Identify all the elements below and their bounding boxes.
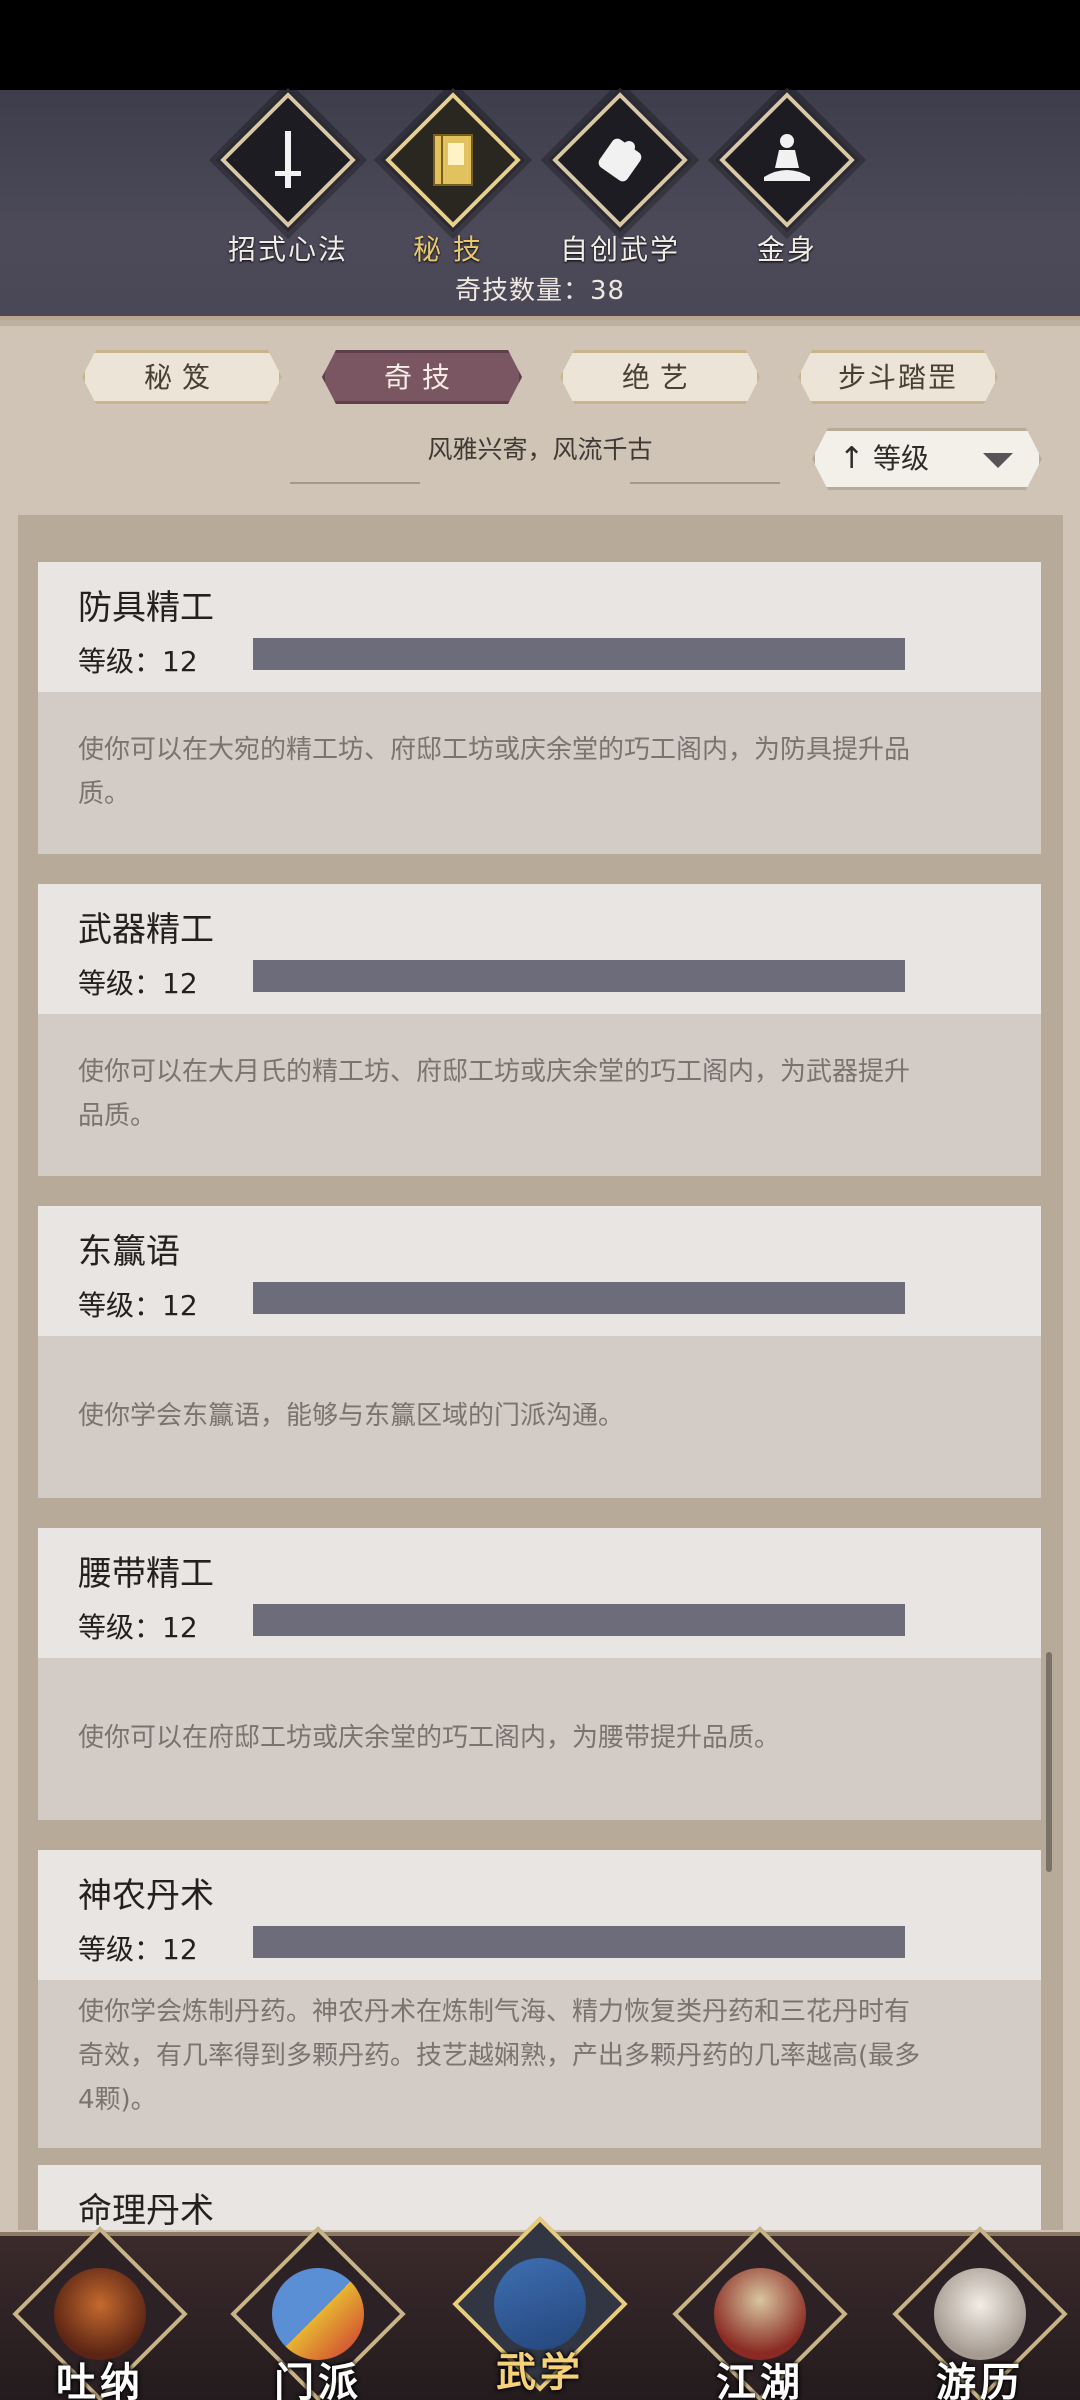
tab-secret[interactable]: 秘技: [378, 87, 528, 268]
skill-name: 东籯语: [78, 1232, 180, 1272]
progress-bar: [253, 1926, 905, 1958]
nav-tuna[interactable]: 吐纳: [10, 2226, 190, 2400]
skill-level: 等级：12: [78, 645, 198, 678]
sword-icon: [275, 131, 301, 188]
divider: [290, 482, 420, 484]
skill-level: 等级：12: [78, 967, 198, 1000]
skill-description: 使你可以在大宛的精工坊、府邸工坊或庆余堂的巧工阁内，为防具提升品: [78, 735, 911, 765]
nav-menpai[interactable]: 门派: [228, 2226, 408, 2400]
tab-golden-body[interactable]: 金身: [712, 87, 862, 268]
bottom-nav: 吐纳 门派 武学 江湖 游历: [0, 2216, 1080, 2400]
tab-self-created[interactable]: 自创武学: [545, 87, 695, 268]
skill-description: 品质。: [78, 1101, 157, 1131]
category-header: 招式心法 秘技 自创武学 金身 奇技数量：38: [0, 87, 1080, 326]
skill-name: 命理丹术: [78, 2191, 214, 2230]
meditation-icon: [764, 134, 810, 181]
divider: [630, 482, 780, 484]
skill-name: 神农丹术: [78, 1876, 214, 1916]
subtab-miji[interactable]: 秘笈: [82, 350, 282, 404]
skill-level: 等级：12: [78, 1289, 198, 1322]
nav-jianghu[interactable]: 江湖: [670, 2226, 850, 2400]
subtab-jueyi[interactable]: 绝艺: [560, 350, 760, 404]
chevron-down-icon: [983, 453, 1013, 468]
skill-description: 使你可以在府邸工坊或庆余堂的巧工阁内，为腰带提升品质。: [78, 1723, 781, 1753]
banner-icon: [272, 2268, 364, 2360]
scrollbar[interactable]: [1046, 1652, 1052, 1872]
arrow-up-icon: ↑: [839, 441, 865, 476]
list-item[interactable]: 腰带精工 等级：12 使你可以在府邸工坊或庆余堂的巧工阁内，为腰带提升品质。: [38, 1528, 1041, 1820]
sort-label: 等级: [873, 442, 930, 475]
horse-icon: [934, 2268, 1026, 2360]
skill-list[interactable]: 防具精工 等级：12 使你可以在大宛的精工坊、府邸工坊或庆余堂的巧工阁内，为防具…: [18, 515, 1063, 2230]
motto-text: 风雅兴寄，风流千古: [427, 435, 653, 464]
list-item[interactable]: 防具精工 等级：12 使你可以在大宛的精工坊、府邸工坊或庆余堂的巧工阁内，为防具…: [38, 562, 1041, 854]
sort-dropdown[interactable]: ↑ 等级: [812, 428, 1042, 490]
progress-bar: [253, 1282, 905, 1314]
progress-bar: [253, 1604, 905, 1636]
progress-bar: [253, 638, 905, 670]
monk-icon: [54, 2268, 146, 2360]
list-item[interactable]: 神农丹术 等级：12 使你学会炼制丹药。神农丹术在炼制气海、精力恢复类丹药和三花…: [38, 1850, 1041, 2148]
skill-name: 腰带精工: [78, 1554, 214, 1594]
skill-description: 使你可以在大月氏的精工坊、府邸工坊或庆余堂的巧工阁内，为武器提升: [78, 1057, 911, 1087]
skill-level: 等级：12: [78, 1933, 198, 1966]
skill-description: 质。: [78, 779, 131, 809]
skill-description: 奇效，有几率得到多颗丹药。技艺越娴熟，产出多颗丹药的几率越高(最多: [78, 2041, 921, 2071]
list-item[interactable]: 东籯语 等级：12 使你学会东籯语，能够与东籯区域的门派沟通。: [38, 1206, 1041, 1498]
book-icon: [433, 134, 473, 186]
nav-wuxue[interactable]: 武学: [450, 2216, 630, 2396]
tab-moves[interactable]: 招式心法: [213, 87, 363, 268]
skill-count: 奇技数量：38: [454, 276, 626, 306]
scroll-icon: [598, 138, 642, 182]
skill-description: 使你学会东籯语，能够与东籯区域的门派沟通。: [78, 1401, 625, 1431]
skill-level: 等级：12: [78, 1611, 198, 1644]
book-stack-icon: [494, 2258, 586, 2350]
subtab-budou[interactable]: 步斗踏罡: [798, 350, 998, 404]
skill-name: 武器精工: [78, 910, 214, 950]
subtab-qiji[interactable]: 奇技: [322, 350, 522, 404]
straw-hat-icon: [714, 2268, 806, 2360]
skill-name: 防具精工: [78, 588, 214, 628]
skill-description: 使你学会炼制丹药。神农丹术在炼制气海、精力恢复类丹药和三花丹时有: [78, 1997, 911, 2027]
progress-bar: [253, 960, 905, 992]
status-bar: [0, 0, 1080, 90]
nav-youli[interactable]: 游历: [890, 2226, 1070, 2400]
skill-description: 4颗)。: [78, 2085, 157, 2115]
list-item[interactable]: 武器精工 等级：12 使你可以在大月氏的精工坊、府邸工坊或庆余堂的巧工阁内，为武…: [38, 884, 1041, 1176]
